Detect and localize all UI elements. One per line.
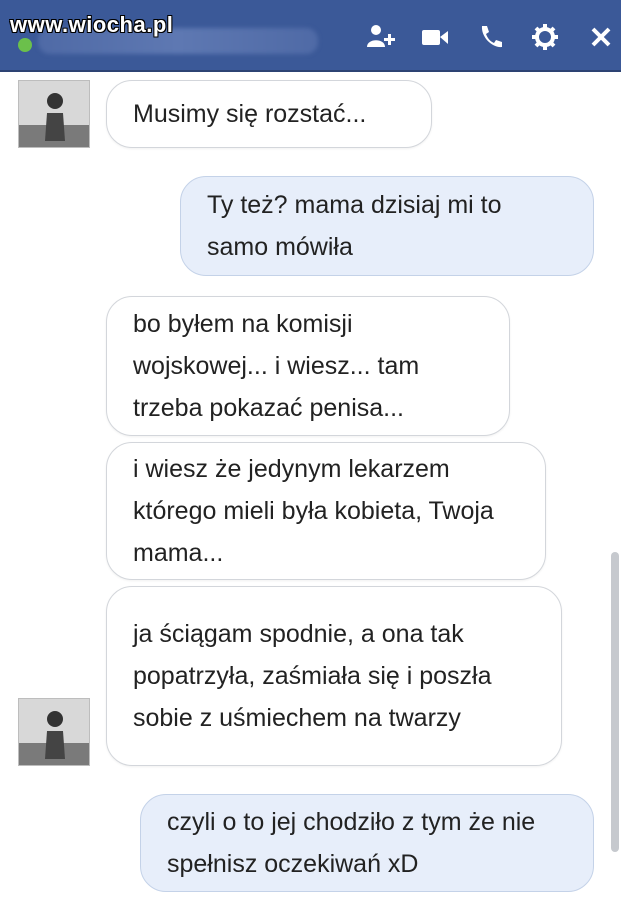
message-bubble-incoming[interactable]: bo byłem na komisji wojskowej... i wiesz… <box>106 296 510 436</box>
chat-header: www.wiocha.pl <box>0 0 621 72</box>
avatar[interactable] <box>18 698 90 766</box>
message-bubble-incoming[interactable]: i wiesz że jedynym lekarzem którego miel… <box>106 442 546 580</box>
message-bubble-incoming[interactable]: ja ściągam spodnie, a ona tak popatrzyła… <box>106 586 562 766</box>
message-bubble-outgoing[interactable]: Ty też? mama dzisiaj mi to samo mówiła <box>180 176 594 276</box>
scrollbar[interactable] <box>611 552 619 852</box>
close-icon[interactable] <box>584 20 618 54</box>
add-friend-icon[interactable] <box>364 20 398 54</box>
gear-icon[interactable] <box>528 20 562 54</box>
video-call-icon[interactable] <box>418 20 452 54</box>
watermark: www.wiocha.pl <box>10 12 174 37</box>
message-bubble-incoming[interactable]: Musimy się rozstać... <box>106 80 432 148</box>
phone-icon[interactable] <box>474 20 508 54</box>
message-bubble-outgoing[interactable]: czyli o to jej chodziło z tym że nie spe… <box>140 794 594 892</box>
online-status-icon <box>18 38 32 52</box>
avatar[interactable] <box>18 80 90 148</box>
